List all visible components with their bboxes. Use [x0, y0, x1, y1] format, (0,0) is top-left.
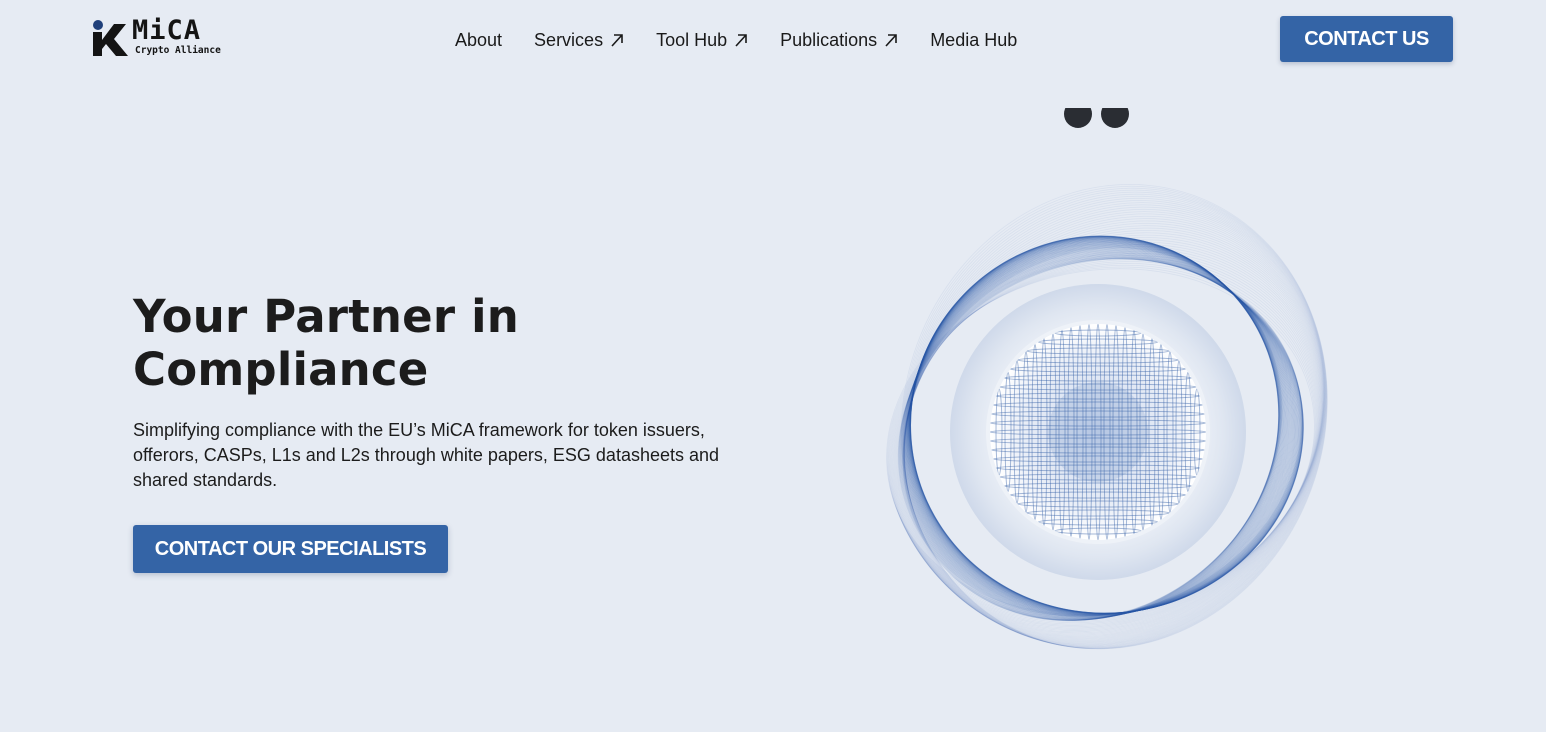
contact-specialists-button[interactable]: CONTACT OUR SPECIALISTS	[133, 525, 448, 573]
nav-item-tool-hub[interactable]: Tool Hub	[656, 30, 748, 51]
logo-tagline: Crypto Alliance	[135, 45, 221, 56]
nav-item-label: About	[455, 29, 503, 50]
nav-item-label: Tool Hub	[656, 29, 728, 50]
arrow-up-right-icon	[885, 34, 897, 47]
arrow-up-right-icon	[735, 34, 747, 47]
nav-item-services[interactable]: Services	[534, 30, 624, 51]
site-header: MiCA Crypto Alliance About Services Tool…	[0, 0, 1546, 80]
nav-item-publications[interactable]: Publications	[780, 30, 898, 51]
mica-logo-icon	[93, 20, 128, 56]
nav-item-about[interactable]: About	[455, 30, 502, 51]
globe-illustration	[886, 184, 1328, 650]
nav-item-label: Services	[534, 29, 604, 50]
hero-title: Your Partner in Compliance	[133, 290, 519, 396]
logo-wordmark: MiCA	[132, 15, 202, 46]
hero-description: Simplifying compliance with the EU’s MiC…	[133, 420, 720, 490]
carousel-dots	[1060, 108, 1135, 134]
site-logo[interactable]: MiCA Crypto Alliance	[92, 15, 224, 60]
nav-item-label: Media Hub	[930, 29, 1018, 50]
main-nav: About Services Tool Hub Publications Med…	[455, 28, 1017, 52]
nav-item-label: Publications	[780, 29, 878, 50]
contact-us-button[interactable]: CONTACT US	[1280, 16, 1453, 62]
arrow-up-right-icon	[611, 34, 623, 47]
nav-item-media-hub[interactable]: Media Hub	[930, 30, 1017, 51]
